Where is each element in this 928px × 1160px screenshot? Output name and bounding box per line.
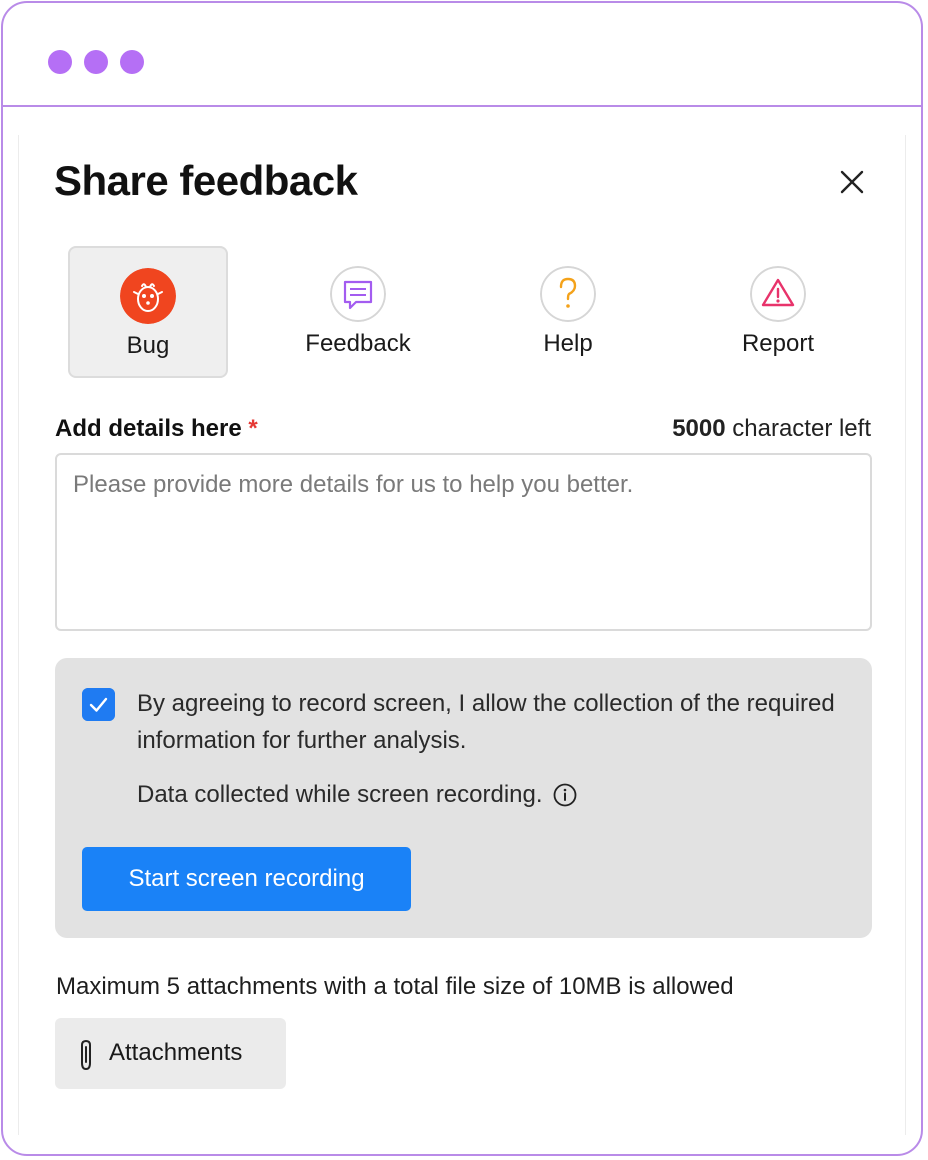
message-icon <box>330 266 386 322</box>
paperclip-icon <box>81 1039 91 1071</box>
type-label: Feedback <box>305 330 411 357</box>
type-option-help[interactable]: Help <box>488 246 648 378</box>
details-textarea[interactable] <box>55 453 872 631</box>
type-option-bug[interactable]: Bug <box>68 246 228 378</box>
details-label-text: Add details here <box>55 415 242 442</box>
warning-icon <box>750 266 806 322</box>
title-bar <box>3 3 921 107</box>
bug-icon <box>120 268 176 324</box>
data-note-text: Data collected while screen recording. <box>137 781 543 808</box>
type-label: Bug <box>126 332 170 359</box>
type-label: Help <box>543 330 593 357</box>
attachment-limit-text: Maximum 5 attachments with a total file … <box>56 973 734 1000</box>
dialog-title: Share feedback <box>54 157 358 204</box>
close-icon[interactable] <box>836 166 868 198</box>
character-count: 5000 <box>672 415 726 442</box>
start-screen-recording-button[interactable]: Start screen recording <box>82 847 411 911</box>
window-control-dot[interactable] <box>120 50 144 74</box>
type-option-feedback[interactable]: Feedback <box>278 246 438 378</box>
consent-text: By agreeing to record screen, I allow th… <box>137 690 835 754</box>
character-count-suffix: character left <box>732 415 871 442</box>
consent-checkbox[interactable] <box>82 688 115 721</box>
type-label: Report <box>741 330 815 357</box>
question-icon <box>540 266 596 322</box>
info-icon[interactable] <box>553 783 577 807</box>
screen-recording-consent: By agreeing to record screen, I allow th… <box>55 658 872 938</box>
attachments-button[interactable]: Attachments <box>55 1018 286 1089</box>
attachments-label: Attachments <box>109 1039 243 1066</box>
character-counter: 5000 character left <box>672 415 871 443</box>
window-control-dot[interactable] <box>84 50 108 74</box>
data-note: Data collected while screen recording. <box>137 781 577 809</box>
required-mark: * <box>248 415 258 442</box>
window-control-dot[interactable] <box>48 50 72 74</box>
type-option-report[interactable]: Report <box>698 246 858 378</box>
details-label: Add details here * <box>55 415 258 443</box>
